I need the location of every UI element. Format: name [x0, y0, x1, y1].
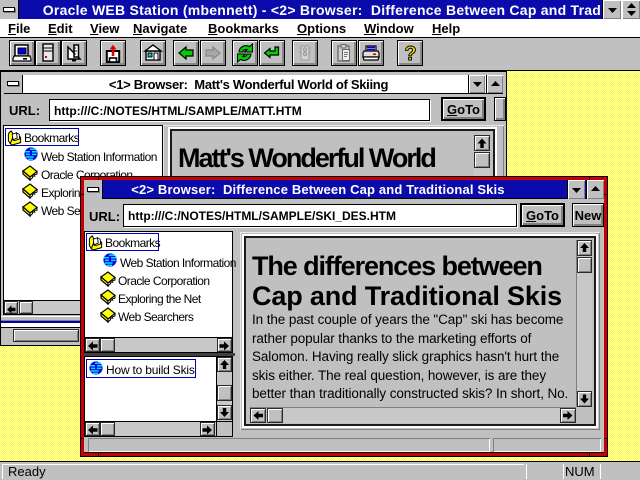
- svg-text:?: ?: [404, 43, 416, 63]
